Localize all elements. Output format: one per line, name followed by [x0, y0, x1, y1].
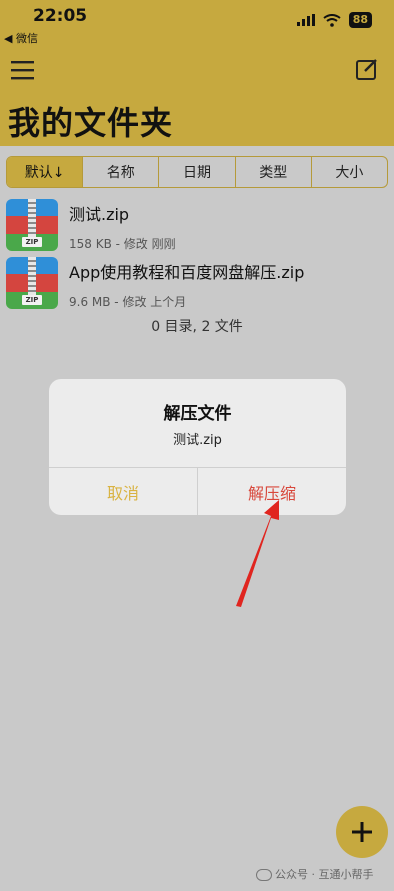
dialog-message: 测试.zip	[173, 433, 222, 448]
plus-icon	[352, 822, 372, 842]
extract-button[interactable]: 解压缩	[198, 468, 346, 515]
cellular-signal-icon	[296, 14, 315, 26]
zip-archive-icon: ZIP	[6, 257, 58, 309]
file-row[interactable]: ZIP App使用教程和百度网盘解压.zip 9.6 MB - 修改 上个月	[0, 257, 394, 315]
sort-date[interactable]: 日期	[158, 157, 234, 187]
dialog-title: 解压文件	[163, 404, 232, 424]
hamburger-menu-icon	[11, 61, 34, 80]
sort-default[interactable]: 默认↓	[7, 157, 83, 187]
edit-button[interactable]	[354, 56, 380, 82]
folder-summary: 0 目录, 2 文件	[151, 319, 243, 335]
sort-size[interactable]: 大小	[310, 157, 387, 187]
wifi-icon	[323, 13, 341, 27]
file-row[interactable]: ZIP 测试.zip 158 KB - 修改 刚刚	[0, 199, 394, 257]
compose-icon	[356, 59, 377, 80]
page-title: 我的文件夹	[8, 104, 174, 142]
back-to-wechat-link[interactable]: ◀ 微信	[4, 30, 38, 46]
zip-archive-icon: ZIP	[6, 199, 58, 251]
battery-level: 88	[348, 12, 372, 28]
sort-type[interactable]: 类型	[234, 157, 311, 187]
file-meta: 158 KB - 修改 刚刚	[69, 237, 176, 251]
status-time: 22:05	[33, 6, 88, 26]
status-indicators: 88	[296, 12, 372, 28]
cancel-button[interactable]: 取消	[49, 468, 197, 515]
file-meta: 9.6 MB - 修改 上个月	[69, 295, 187, 309]
extract-dialog: 解压文件 测试.zip 取消 解压缩	[49, 379, 346, 515]
sort-segmented-control: 默认↓ 名称 日期 类型 大小	[6, 156, 388, 188]
wechat-official-account-icon	[256, 869, 272, 881]
watermark: 公众号 · 互通小帮手	[256, 866, 374, 882]
zip-tag: ZIP	[22, 295, 42, 305]
menu-button[interactable]	[10, 58, 36, 82]
sort-name[interactable]: 名称	[82, 157, 158, 187]
zip-tag: ZIP	[22, 237, 42, 247]
file-name: App使用教程和百度网盘解压.zip	[69, 263, 305, 282]
watermark-text: 公众号 · 互通小帮手	[275, 868, 374, 881]
file-name: 测试.zip	[69, 205, 130, 224]
add-button[interactable]	[336, 806, 388, 858]
app-header: 22:05 ◀ 微信 88 我的文件夹	[0, 0, 394, 146]
